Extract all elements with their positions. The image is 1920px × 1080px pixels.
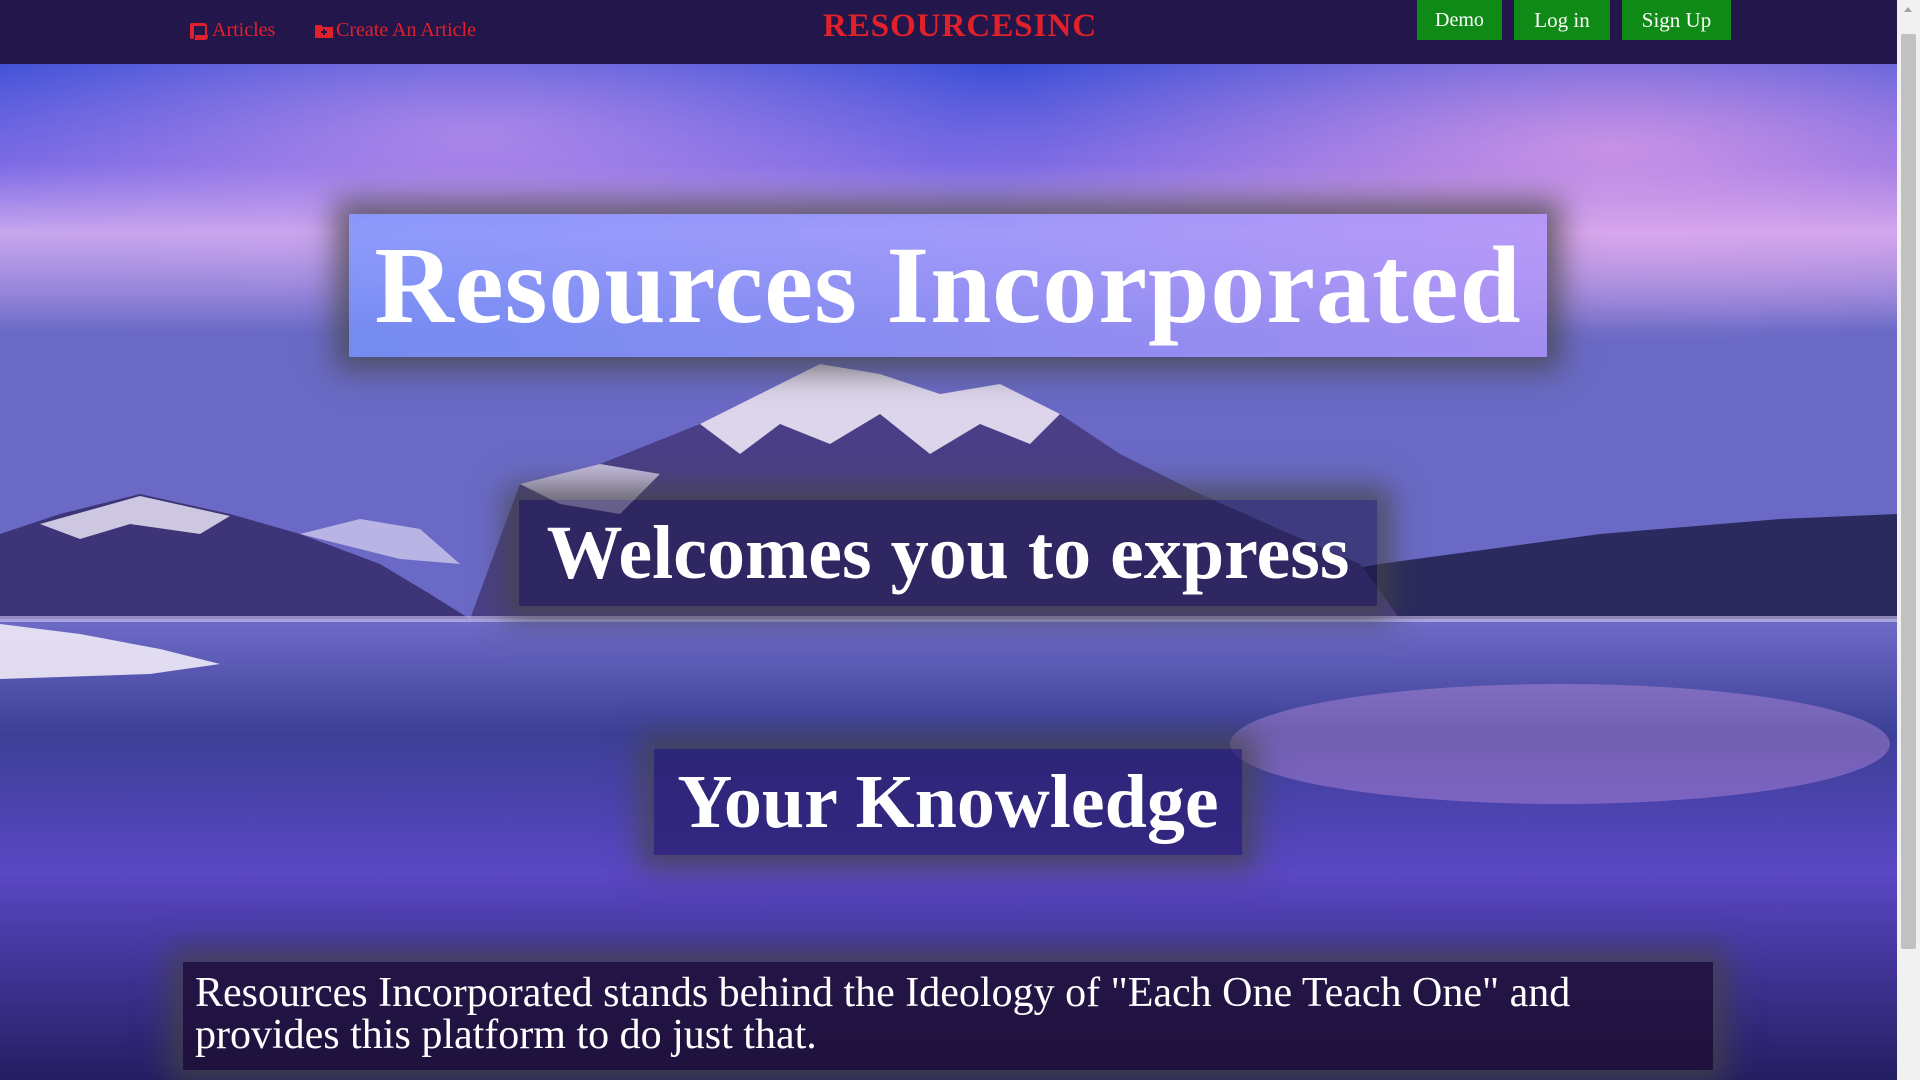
hero-title: Resources Incorporated bbox=[349, 214, 1547, 357]
hero-description: Resources Incorporated stands behind the… bbox=[183, 962, 1713, 1070]
demo-button[interactable]: Demo bbox=[1417, 0, 1502, 40]
signup-button[interactable]: Sign Up bbox=[1622, 0, 1731, 40]
scroll-up-arrow-icon[interactable] bbox=[1897, 0, 1920, 20]
scrollbar-thumb[interactable] bbox=[1901, 34, 1916, 949]
brand-title[interactable]: RESOURCESINC bbox=[823, 8, 1097, 44]
page-scrollbar[interactable] bbox=[1897, 0, 1920, 1080]
hero-knowledge-line: Your Knowledge bbox=[654, 749, 1242, 855]
top-navbar: Articles Create An Article RESOURCESINC … bbox=[0, 0, 1897, 64]
login-button[interactable]: Log in bbox=[1514, 0, 1610, 40]
page-viewport: Articles Create An Article RESOURCESINC … bbox=[0, 0, 1920, 1080]
hero-welcome-line: Welcomes you to express bbox=[519, 500, 1377, 606]
